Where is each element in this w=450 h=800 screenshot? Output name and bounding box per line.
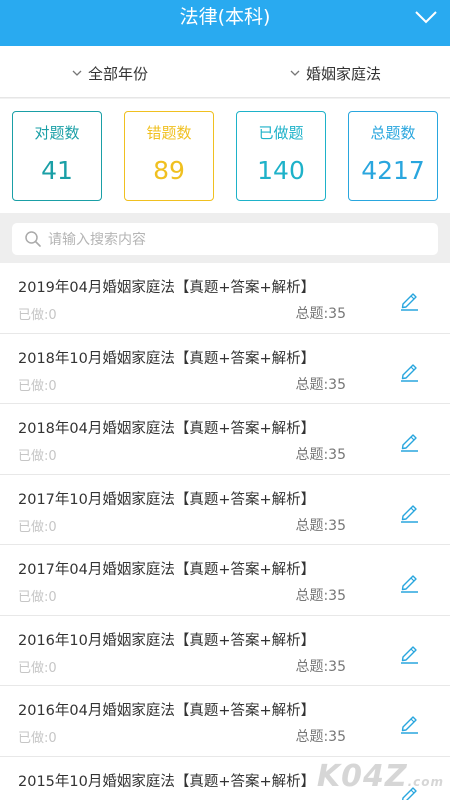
search-input[interactable]: 请输入搜索内容 — [12, 223, 438, 255]
stat-value: 41 — [41, 156, 73, 185]
paper-row[interactable]: 2016年10月婚姻家庭法【真题+答案+解析】 已做:0 总题:35 — [0, 616, 450, 686]
paper-row[interactable]: 2019年04月婚姻家庭法【真题+答案+解析】 已做:0 总题:35 — [0, 263, 450, 334]
paper-title: 2015年10月婚姻家庭法【真题+答案+解析】 — [18, 773, 316, 790]
watermark-suffix: .com — [407, 775, 444, 789]
paper-title: 2019年04月婚姻家庭法【真题+答案+解析】 — [18, 280, 316, 296]
total-count: 总题:35 — [295, 517, 346, 534]
paper-title: 2018年10月婚姻家庭法【真题+答案+解析】 — [18, 350, 316, 367]
paper-title: 2016年10月婚姻家庭法【真题+答案+解析】 — [18, 632, 316, 649]
edit-icon[interactable] — [398, 712, 420, 734]
stat-label: 已做题 — [258, 124, 304, 142]
chevron-down-icon — [290, 70, 300, 76]
total-count: 总题:35 — [295, 376, 346, 393]
stat-label: 对题数 — [34, 124, 80, 142]
total-count: 总题:35 — [295, 306, 346, 322]
paper-row[interactable]: 2018年04月婚姻家庭法【真题+答案+解析】 已做:0 总题:35 — [0, 404, 450, 475]
paper-title: 2017年10月婚姻家庭法【真题+答案+解析】 — [18, 491, 316, 508]
total-count: 总题:35 — [295, 658, 346, 675]
search-icon — [25, 231, 41, 247]
total-count: 总题:35 — [295, 797, 346, 800]
done-count: 已做:0 — [18, 590, 57, 605]
stat-value: 4217 — [361, 156, 425, 185]
paper-row[interactable]: 2018年10月婚姻家庭法【真题+答案+解析】 已做:0 总题:35 — [0, 334, 450, 404]
chevron-down-icon — [72, 70, 82, 76]
page-title: 法律(本科) — [179, 6, 271, 28]
app-header: 法律(本科) — [0, 0, 450, 46]
edit-icon[interactable] — [398, 360, 420, 382]
paper-title: 2018年04月婚姻家庭法【真题+答案+解析】 — [18, 421, 316, 437]
edit-icon[interactable] — [398, 571, 420, 593]
done-count: 已做:0 — [18, 308, 57, 323]
stat-label: 总题数 — [370, 124, 416, 142]
search-bar: 请输入搜索内容 — [0, 213, 450, 263]
subject-filter-dropdown[interactable]: 婚姻家庭法 — [290, 63, 381, 83]
stat-correct-card[interactable]: 对题数 41 — [12, 111, 102, 201]
watermark-logo: K04Z.com — [317, 759, 444, 794]
done-count: 已做:0 — [18, 731, 57, 746]
paper-title: 2017年04月婚姻家庭法【真题+答案+解析】 — [18, 562, 316, 578]
paper-row[interactable]: 2017年10月婚姻家庭法【真题+答案+解析】 已做:0 总题:35 — [0, 475, 450, 545]
stat-done-card[interactable]: 已做题 140 — [236, 111, 326, 201]
edit-icon[interactable] — [398, 289, 420, 311]
year-filter-label: 全部年份 — [88, 64, 149, 83]
stat-value: 89 — [153, 156, 185, 185]
paper-title: 2016年04月婚姻家庭法【真题+答案+解析】 — [18, 703, 316, 719]
done-count: 已做:0 — [18, 519, 57, 535]
done-count: 已做:0 — [18, 378, 57, 394]
total-count: 总题:35 — [295, 588, 346, 604]
paper-row[interactable]: 2017年04月婚姻家庭法【真题+答案+解析】 已做:0 总题:35 — [0, 545, 450, 616]
search-placeholder: 请输入搜索内容 — [48, 232, 146, 248]
subject-filter-label: 婚姻家庭法 — [306, 64, 382, 83]
edit-icon[interactable] — [398, 430, 420, 452]
edit-icon[interactable] — [398, 642, 420, 664]
done-count: 已做:0 — [18, 449, 57, 464]
stat-label: 错题数 — [146, 124, 192, 142]
watermark-text: K04Z — [316, 759, 408, 794]
stat-total-card[interactable]: 总题数 4217 — [348, 111, 438, 201]
stats-panel: 对题数 41 错题数 89 已做题 140 总题数 4217 — [0, 99, 450, 213]
done-count: 已做:0 — [18, 660, 57, 676]
paper-list: 2019年04月婚姻家庭法【真题+答案+解析】 已做:0 总题:35 2018年10月… — [0, 263, 450, 800]
total-count: 总题:35 — [295, 447, 346, 463]
chevron-down-icon[interactable] — [414, 8, 438, 26]
filter-bar: 全部年份 婚姻家庭法 — [0, 46, 450, 98]
stat-value: 140 — [257, 156, 305, 185]
total-count: 总题:35 — [295, 729, 346, 745]
edit-icon[interactable] — [398, 501, 420, 523]
year-filter-dropdown[interactable]: 全部年份 — [72, 63, 148, 83]
stat-wrong-card[interactable]: 错题数 89 — [124, 111, 214, 201]
paper-row[interactable]: 2016年04月婚姻家庭法【真题+答案+解析】 已做:0 总题:35 — [0, 686, 450, 757]
